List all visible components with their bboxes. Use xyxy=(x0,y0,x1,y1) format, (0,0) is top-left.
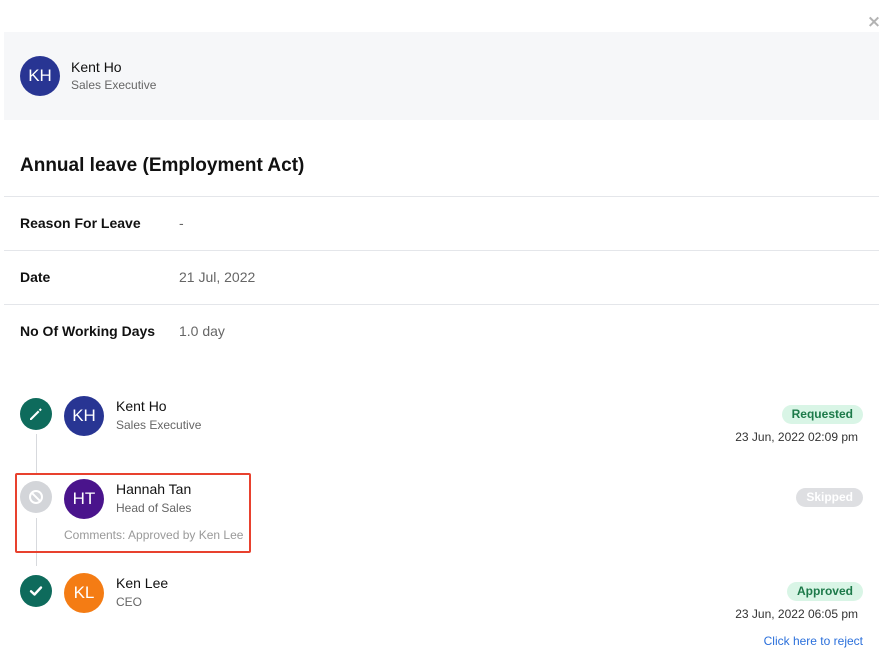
approver-name: Kent Ho xyxy=(116,398,167,414)
reject-link[interactable]: Click here to reject xyxy=(764,634,863,648)
close-icon[interactable]: × xyxy=(864,12,884,32)
divider xyxy=(4,304,879,305)
status-badge: Requested xyxy=(781,405,863,424)
avatar: KH xyxy=(20,56,60,96)
approver-name: Ken Lee xyxy=(116,575,169,591)
approver-role: CEO xyxy=(116,595,143,609)
detail-label-working-days: No Of Working Days xyxy=(20,323,156,339)
detail-label-reason: Reason For Leave xyxy=(20,215,141,231)
timestamp: 23 Jun, 2022 06:05 pm xyxy=(735,607,858,621)
status-badge: Approved xyxy=(786,582,863,601)
avatar: KH xyxy=(64,396,104,436)
detail-value-working-days: 1.0 day xyxy=(179,323,225,339)
timeline-connector xyxy=(36,434,37,474)
employee-header: KH Kent Ho Sales Executive xyxy=(4,32,879,120)
divider xyxy=(4,250,879,251)
approver-role: Sales Executive xyxy=(116,418,202,432)
employee-role: Sales Executive xyxy=(71,78,157,92)
detail-label-date: Date xyxy=(20,269,51,285)
timestamp: 23 Jun, 2022 02:09 pm xyxy=(735,430,858,444)
check-icon xyxy=(20,575,52,607)
detail-value-reason: - xyxy=(179,215,184,231)
employee-name: Kent Ho xyxy=(71,59,122,75)
divider xyxy=(4,196,879,197)
leave-type-title: Annual leave (Employment Act) xyxy=(20,155,305,176)
pencil-icon xyxy=(20,398,52,430)
status-badge: Skipped xyxy=(796,488,863,507)
avatar: KL xyxy=(64,573,104,613)
detail-value-date: 21 Jul, 2022 xyxy=(179,269,256,285)
highlight-box xyxy=(15,473,251,553)
